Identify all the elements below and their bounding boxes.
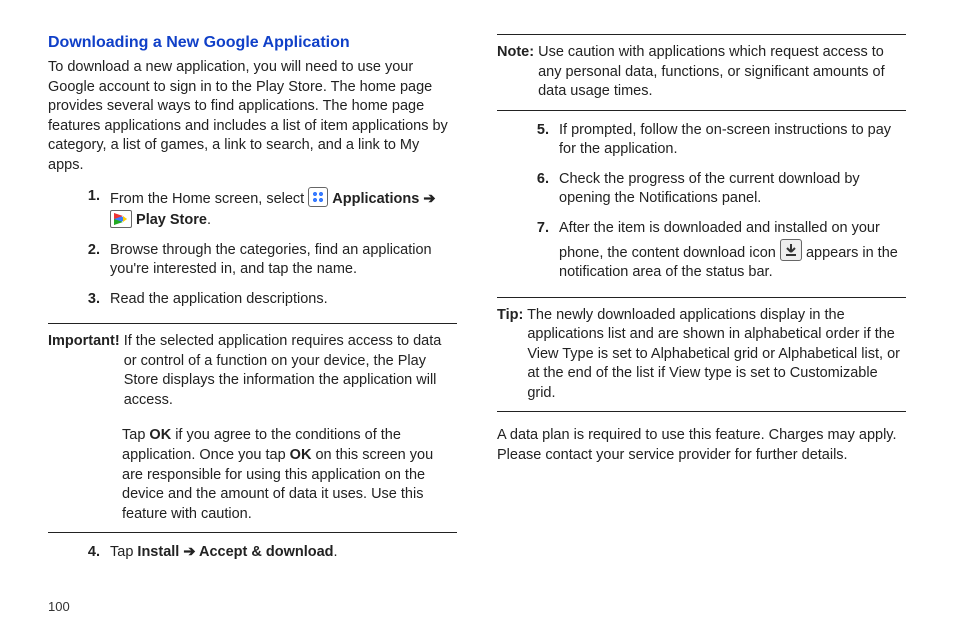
section-title: Downloading a New Google Application	[48, 34, 457, 52]
period: .	[207, 212, 211, 228]
step-number: 1.	[74, 187, 110, 207]
step-text: Check the progress of the current downlo…	[559, 170, 906, 209]
step-number: 7.	[523, 219, 559, 239]
page-number: 100	[48, 599, 70, 614]
step-text: Tap	[110, 544, 137, 560]
arrow-icon: ➔	[179, 544, 199, 560]
steps-list-1: 1. From the Home screen, select Applicat…	[48, 185, 457, 317]
step-1: 1. From the Home screen, select Applicat…	[48, 185, 457, 238]
install-label: Install	[137, 544, 179, 560]
period: .	[334, 544, 338, 560]
note-label: Note:	[497, 44, 534, 60]
steps-list-3: 5. If prompted, follow the on-screen ins…	[497, 119, 906, 291]
intro-paragraph: To download a new application, you will …	[48, 58, 457, 175]
two-column-layout: Downloading a New Google Application To …	[0, 0, 954, 571]
step-5: 5. If prompted, follow the on-screen ins…	[497, 119, 906, 168]
play-store-icon	[110, 210, 132, 228]
accept-download-label: Accept & download	[199, 544, 334, 560]
step-number: 5.	[523, 121, 559, 141]
step-2: 2. Browse through the categories, find a…	[48, 239, 457, 288]
step-4: 4. Tap Install ➔ Accept & download.	[48, 541, 457, 571]
tip-label: Tip:	[497, 307, 523, 323]
arrow-icon: ➔	[419, 191, 435, 207]
applications-icon	[308, 187, 328, 207]
step-text: From the Home screen, select	[110, 191, 308, 207]
ok-label: OK	[290, 447, 312, 463]
left-column: Downloading a New Google Application To …	[48, 34, 457, 571]
divider	[497, 411, 906, 412]
divider	[497, 297, 906, 298]
ok-label: OK	[149, 427, 171, 443]
important-text: If the selected application requires acc…	[120, 333, 442, 408]
step-7: 7. After the item is downloaded and inst…	[497, 217, 906, 291]
step-6: 6. Check the progress of the current dow…	[497, 168, 906, 217]
step-number: 3.	[74, 290, 110, 310]
download-icon	[780, 239, 802, 261]
step-number: 4.	[74, 543, 110, 563]
tip-text: The newly downloaded applications displa…	[523, 307, 900, 401]
applications-label: Applications	[332, 191, 419, 207]
divider	[48, 323, 457, 324]
note-callout: Note: Use caution with applications whic…	[497, 43, 906, 102]
manual-page: Downloading a New Google Application To …	[0, 0, 954, 636]
divider	[497, 34, 906, 35]
step-3: 3. Read the application descriptions.	[48, 288, 457, 318]
text: Tap	[122, 427, 149, 443]
step-text: If prompted, follow the on-screen instru…	[559, 121, 906, 160]
divider	[48, 532, 457, 533]
step-number: 2.	[74, 241, 110, 261]
tip-callout: Tip: The newly downloaded applications d…	[497, 306, 906, 404]
steps-list-2: 4. Tap Install ➔ Accept & download.	[48, 541, 457, 571]
important-label: Important!	[48, 333, 120, 349]
step-text: Read the application descriptions.	[110, 290, 457, 310]
important-paragraph-2: Tap OK if you agree to the conditions of…	[48, 426, 457, 524]
step-text: Browse through the categories, find an a…	[110, 241, 457, 280]
step-number: 6.	[523, 170, 559, 190]
divider	[497, 110, 906, 111]
play-store-label: Play Store	[136, 212, 207, 228]
closing-paragraph: A data plan is required to use this feat…	[497, 426, 906, 465]
important-callout: Important! If the selected application r…	[48, 332, 457, 410]
right-column: Note: Use caution with applications whic…	[497, 34, 906, 571]
note-text: Use caution with applications which requ…	[534, 44, 885, 99]
